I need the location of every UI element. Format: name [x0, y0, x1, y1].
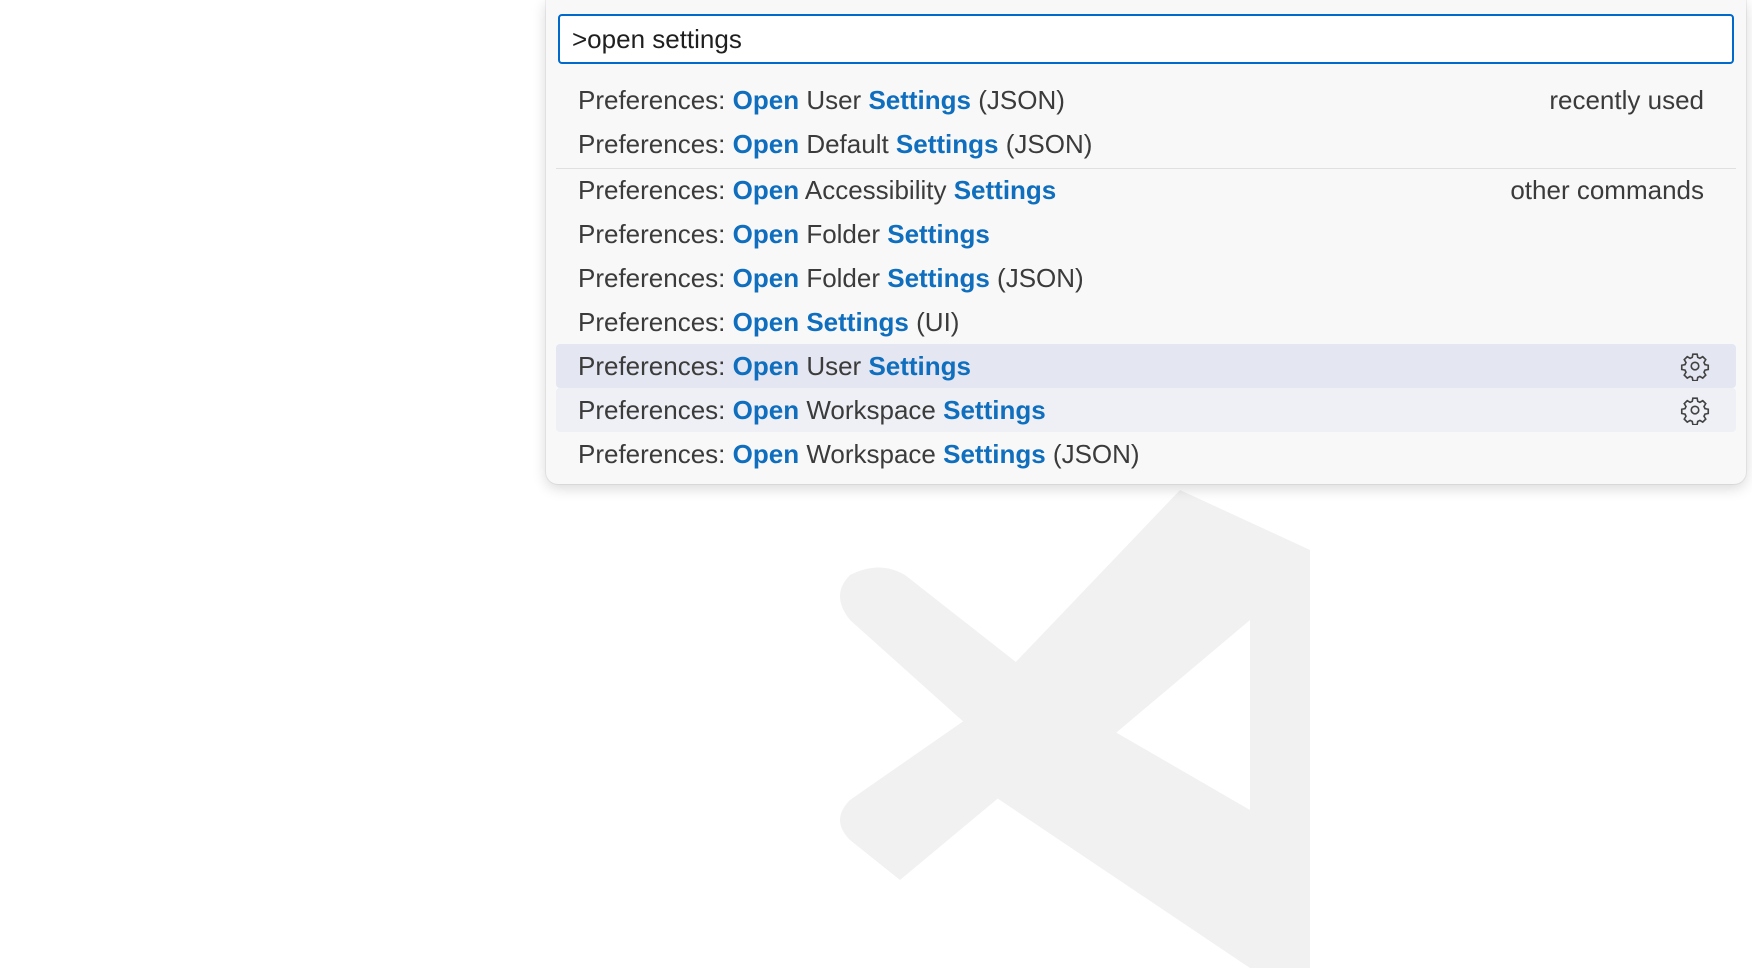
item-prefix: Preferences:: [578, 128, 733, 159]
item-label: Preferences: Open Workspace Settings (JS…: [578, 439, 1704, 470]
item-label: Preferences: Open Accessibility Settings: [578, 175, 1510, 206]
item-prefix: Preferences:: [578, 306, 733, 337]
item-label: Preferences: Open Folder Settings: [578, 219, 1704, 250]
command-palette: Preferences: Open User Settings (JSON) r…: [546, 0, 1746, 484]
item-text: Folder: [799, 218, 888, 249]
item-text: Accessibility: [799, 175, 954, 205]
item-suffix: (JSON): [971, 84, 1065, 115]
match-highlight: Open: [732, 175, 800, 205]
command-results-list: Preferences: Open User Settings (JSON) r…: [556, 78, 1736, 476]
match-highlight: Settings: [943, 394, 1046, 425]
match-highlight: Open: [732, 438, 800, 469]
item-text: Workspace: [799, 394, 944, 425]
match-highlight: Settings: [887, 218, 990, 249]
gear-icon[interactable]: [1680, 395, 1710, 425]
list-item[interactable]: Preferences: Open Accessibility Settings…: [556, 168, 1736, 212]
match-highlight: Open: [732, 218, 800, 249]
item-text: Folder: [799, 262, 888, 293]
match-highlight: Open: [732, 84, 800, 115]
vscode-logo-watermark-icon: [840, 490, 1310, 968]
list-item[interactable]: Preferences: Open Workspace Settings: [556, 388, 1736, 432]
item-prefix: Preferences:: [578, 175, 733, 205]
item-suffix: (JSON): [989, 262, 1084, 293]
match-highlight: Open: [732, 306, 800, 337]
list-item[interactable]: Preferences: Open Folder Settings (JSON): [556, 256, 1736, 300]
match-highlight: Settings: [887, 262, 990, 293]
item-suffix: (UI): [908, 306, 960, 337]
item-text: User: [799, 350, 869, 381]
editor-background: Preferences: Open User Settings (JSON) r…: [0, 0, 1752, 968]
match-highlight: Open: [732, 394, 800, 425]
list-item[interactable]: Preferences: Open Workspace Settings (JS…: [556, 432, 1736, 476]
item-label: Preferences: Open Default Settings (JSON…: [578, 129, 1704, 160]
item-text: Default: [799, 128, 896, 159]
item-prefix: Preferences:: [578, 84, 733, 115]
group-label-recently-used: recently used: [1549, 84, 1704, 115]
item-label: Preferences: Open Settings (UI): [578, 307, 1704, 338]
item-label: Preferences: Open User Settings (JSON): [578, 85, 1549, 116]
item-label: Preferences: Open Workspace Settings: [578, 395, 1680, 426]
match-highlight: Open: [732, 128, 800, 159]
list-item[interactable]: Preferences: Open Default Settings (JSON…: [556, 122, 1736, 166]
list-item-selected[interactable]: Preferences: Open User Settings: [556, 344, 1736, 388]
match-highlight: Settings: [895, 128, 999, 159]
match-highlight: Open: [732, 350, 800, 381]
list-item[interactable]: Preferences: Open Settings (UI): [556, 300, 1736, 344]
item-prefix: Preferences:: [578, 438, 733, 469]
item-prefix: Preferences:: [578, 218, 733, 249]
item-prefix: Preferences:: [578, 350, 733, 381]
command-palette-input-box[interactable]: [558, 14, 1734, 64]
item-text: Workspace: [799, 438, 944, 469]
match-highlight: Open: [732, 262, 800, 293]
list-item[interactable]: Preferences: Open Folder Settings: [556, 212, 1736, 256]
match-highlight: Settings: [868, 350, 972, 381]
gear-icon[interactable]: [1680, 351, 1710, 381]
item-suffix: (JSON): [998, 128, 1093, 159]
item-text: User: [799, 84, 869, 115]
match-highlight: Settings: [806, 306, 909, 337]
match-highlight: Settings: [943, 438, 1046, 469]
item-label: Preferences: Open Folder Settings (JSON): [578, 263, 1704, 294]
match-highlight: Settings: [868, 84, 972, 115]
item-prefix: Preferences:: [578, 394, 733, 425]
item-suffix: (JSON): [1045, 438, 1140, 469]
command-search-input[interactable]: [572, 23, 1720, 55]
list-item[interactable]: Preferences: Open User Settings (JSON) r…: [556, 78, 1736, 122]
item-label: Preferences: Open User Settings: [578, 351, 1680, 382]
item-prefix: Preferences:: [578, 262, 733, 293]
group-label-other-commands: other commands: [1510, 175, 1704, 205]
match-highlight: Settings: [953, 175, 1057, 205]
